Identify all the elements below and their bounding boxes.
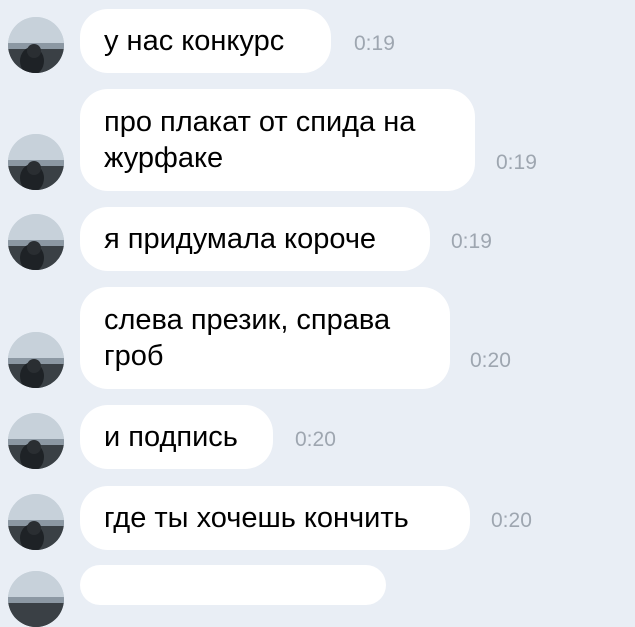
user-avatar-icon[interactable] xyxy=(8,571,64,627)
user-avatar-icon[interactable] xyxy=(8,214,64,270)
user-avatar-icon[interactable] xyxy=(8,494,64,550)
message-time: 0:19 xyxy=(496,151,537,174)
user-avatar-icon[interactable] xyxy=(8,332,64,388)
message-bubble[interactable]: у нас конкурс xyxy=(80,9,331,73)
message-text: и подпись xyxy=(104,421,238,453)
message-time: 0:19 xyxy=(451,230,492,253)
user-avatar-icon[interactable] xyxy=(8,134,64,190)
message-text: я придумала короче xyxy=(104,223,377,255)
message-time: 0:19 xyxy=(354,32,395,55)
chat-message-list[interactable]: у нас конкурс 0:19 про плакат от спида н… xyxy=(0,0,635,627)
message-text: про плакат от спида на журфаке xyxy=(104,106,416,174)
message-time: 0:20 xyxy=(470,349,511,372)
message-text: слева презик, справа гроб xyxy=(104,304,391,372)
message-bubble[interactable] xyxy=(80,565,386,605)
message-text: где ты хочешь кончить xyxy=(104,502,409,534)
user-avatar-icon[interactable] xyxy=(8,413,64,469)
message-bubble[interactable]: где ты хочешь кончить xyxy=(80,486,470,550)
message-time: 0:20 xyxy=(491,509,532,532)
message-bubble[interactable]: я придумала короче xyxy=(80,207,430,271)
message-time: 0:20 xyxy=(295,428,336,451)
message-bubble[interactable]: про плакат от спида на журфаке xyxy=(80,89,475,191)
message-bubble[interactable]: и подпись xyxy=(80,405,273,469)
message-text: у нас конкурс xyxy=(104,25,285,57)
message-bubble[interactable]: слева презик, справа гроб xyxy=(80,287,450,389)
user-avatar-icon[interactable] xyxy=(8,17,64,73)
